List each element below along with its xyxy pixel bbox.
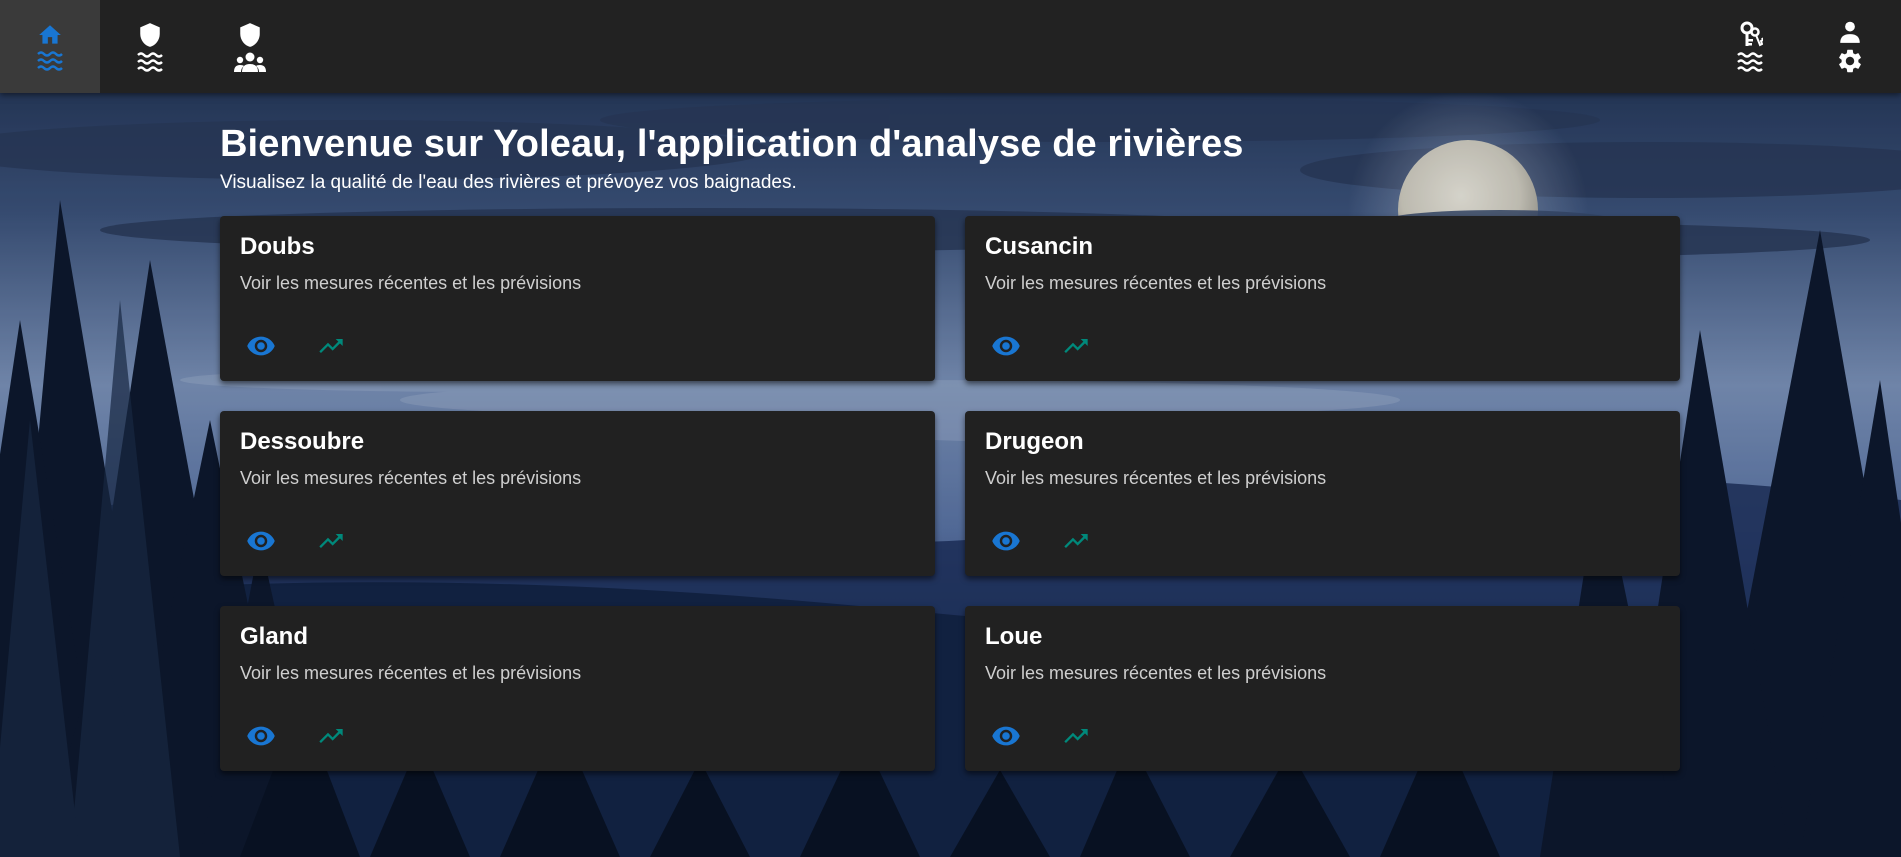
trending-up-icon (1064, 339, 1088, 353)
trending-up-icon (319, 534, 343, 548)
view-measures-button[interactable] (985, 523, 1027, 559)
view-forecast-button[interactable] (1055, 523, 1097, 559)
river-card-actions (240, 718, 352, 754)
eye-icon (247, 726, 275, 746)
view-measures-button[interactable] (240, 523, 282, 559)
gear-icon (1839, 49, 1861, 72)
river-card-title: Drugeon (985, 428, 1084, 455)
river-card-actions (240, 328, 352, 364)
home-icon (39, 24, 61, 44)
group-icon (234, 52, 266, 72)
view-forecast-button[interactable] (310, 718, 352, 754)
river-card-actions (985, 328, 1097, 364)
view-forecast-button[interactable] (1055, 718, 1097, 754)
river-card: Loue Voir les mesures récentes et les pr… (965, 606, 1680, 771)
river-card-actions (985, 523, 1097, 559)
nav-river-access-button[interactable] (1700, 0, 1800, 93)
nav-admin-rivers-button[interactable] (100, 0, 200, 93)
shield-icon (140, 22, 160, 47)
river-card-title: Cusancin (985, 233, 1094, 260)
river-card-description: Voir les mesures récentes et les prévisi… (240, 273, 582, 293)
trending-up-icon (319, 339, 343, 353)
trending-up-icon (1064, 729, 1088, 743)
river-card: Drugeon Voir les mesures récentes et les… (965, 411, 1680, 576)
river-card: Dessoubre Voir les mesures récentes et l… (220, 411, 935, 576)
river-card-description: Voir les mesures récentes et les prévisi… (240, 468, 582, 488)
river-card-description: Voir les mesures récentes et les prévisi… (985, 663, 1327, 683)
river-card-description: Voir les mesures récentes et les prévisi… (240, 663, 582, 683)
river-card: Doubs Voir les mesures récentes et les p… (220, 216, 935, 381)
eye-icon (992, 531, 1020, 551)
nav-admin-users-button[interactable] (200, 0, 300, 93)
river-card: Cusancin Voir les mesures récentes et le… (965, 216, 1680, 381)
river-card-actions (240, 523, 352, 559)
view-forecast-button[interactable] (310, 328, 352, 364)
waves-icon (137, 51, 163, 72)
eye-icon (247, 531, 275, 551)
view-forecast-button[interactable] (310, 523, 352, 559)
top-app-bar (0, 0, 1901, 93)
waves-icon (37, 50, 63, 71)
waves-icon (1737, 51, 1763, 72)
eye-icon (247, 336, 275, 356)
main-content: Bienvenue sur Yoleau, l'application d'an… (220, 93, 1682, 771)
eye-icon (992, 726, 1020, 746)
view-measures-button[interactable] (240, 718, 282, 754)
river-card-actions (985, 718, 1097, 754)
nav-home-rivers-button[interactable] (0, 0, 100, 93)
river-card-title: Doubs (240, 233, 315, 260)
river-card-grid: Doubs Voir les mesures récentes et les p… (220, 216, 1682, 771)
page-subtitle: Visualisez la qualité de l'eau des riviè… (220, 172, 797, 193)
river-card-title: Loue (985, 623, 1043, 650)
river-card-description: Voir les mesures récentes et les prévisi… (985, 468, 1327, 488)
river-card-title: Gland (240, 623, 309, 650)
river-card-title: Dessoubre (240, 428, 365, 455)
page-title: Bienvenue sur Yoleau, l'application d'an… (220, 123, 1244, 165)
view-measures-button[interactable] (985, 718, 1027, 754)
person-icon (1840, 21, 1860, 43)
trending-up-icon (319, 729, 343, 743)
keys-icon (1740, 21, 1763, 46)
eye-icon (992, 336, 1020, 356)
nav-user-settings-button[interactable] (1800, 0, 1900, 93)
view-measures-button[interactable] (985, 328, 1027, 364)
shield-icon (240, 22, 260, 47)
view-forecast-button[interactable] (1055, 328, 1097, 364)
view-measures-button[interactable] (240, 328, 282, 364)
river-card: Gland Voir les mesures récentes et les p… (220, 606, 935, 771)
river-card-description: Voir les mesures récentes et les prévisi… (985, 273, 1327, 293)
trending-up-icon (1064, 534, 1088, 548)
